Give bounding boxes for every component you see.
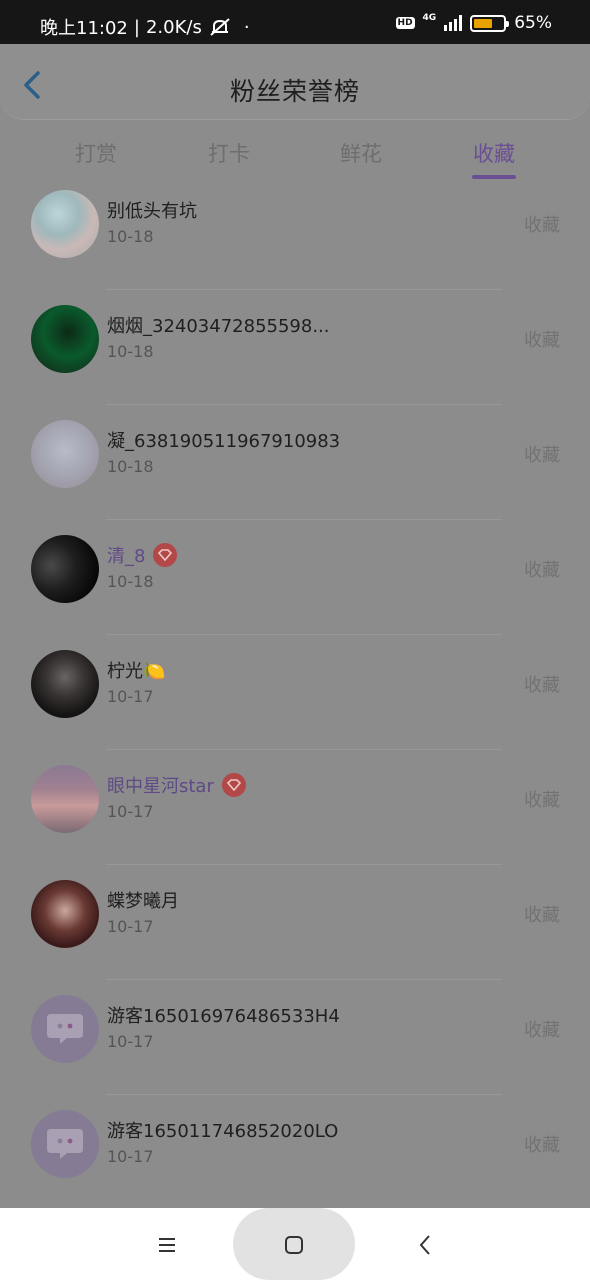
fan-date: 10-17 xyxy=(107,1147,154,1166)
avatar[interactable] xyxy=(31,995,99,1063)
list-item[interactable]: 柠光🍋 10-17 收藏 xyxy=(0,635,590,750)
hd-icon: HD xyxy=(395,17,415,29)
guest-chat-avatar-icon xyxy=(47,1129,83,1159)
fan-name: 游客165011746852020LO xyxy=(107,1121,339,1142)
avatar[interactable] xyxy=(31,535,99,603)
tab-favorites[interactable]: 收藏 xyxy=(428,138,560,168)
avatar[interactable] xyxy=(31,305,99,373)
system-nav-bar xyxy=(0,1208,590,1280)
tab-bar: 打赏 打卡 鲜花 收藏 xyxy=(0,120,590,190)
fan-name-row: 眼中星河star xyxy=(107,772,246,798)
list-item[interactable]: 清_8 10-18 收藏 xyxy=(0,520,590,635)
avatar[interactable] xyxy=(31,650,99,718)
avatar[interactable] xyxy=(31,420,99,488)
fan-name-row: 清_8 xyxy=(107,542,178,568)
tab-flowers[interactable]: 鲜花 xyxy=(295,138,427,168)
fan-name-row: 蝶梦曦月 xyxy=(107,887,179,913)
battery-icon xyxy=(470,14,510,32)
fan-name: 别低头有坑 xyxy=(107,201,197,222)
guest-chat-avatar-icon xyxy=(47,1014,83,1044)
fan-date: 10-18 xyxy=(107,457,154,476)
back-chevron-icon[interactable] xyxy=(405,1230,445,1260)
page-header: 粉丝荣誉榜 xyxy=(0,44,590,120)
avatar[interactable] xyxy=(31,880,99,948)
menu-icon[interactable] xyxy=(147,1230,187,1260)
fan-name-row: 凝_638190511967910983 xyxy=(107,427,340,453)
tab-checkin[interactable]: 打卡 xyxy=(163,138,295,168)
status-time: 晚上11:02 xyxy=(40,18,128,39)
active-tab-indicator xyxy=(472,175,516,179)
tab-reward[interactable]: 打赏 xyxy=(30,138,162,168)
fan-action-label: 收藏 xyxy=(524,1135,560,1156)
fan-date: 10-17 xyxy=(107,1032,154,1051)
signal-icon xyxy=(444,15,463,31)
fan-action-label: 收藏 xyxy=(524,560,560,581)
status-left: 晚上11:02 | 2.0K/s · xyxy=(40,14,250,40)
fan-name-row: 游客165016976486533H4 xyxy=(107,1002,340,1028)
fan-date: 10-18 xyxy=(107,572,154,591)
fan-date: 10-17 xyxy=(107,917,154,936)
list-item[interactable]: 别低头有坑 10-18 收藏 xyxy=(0,190,590,290)
vip-diamond-icon xyxy=(221,773,246,797)
fan-name: 清_8 xyxy=(107,546,146,567)
fan-name: 凝_638190511967910983 xyxy=(107,431,341,452)
avatar[interactable] xyxy=(31,190,99,258)
status-net-speed: 2.0K/s xyxy=(145,16,202,38)
fan-name-row: 烟烟_32403472855598... xyxy=(107,312,330,338)
list-item[interactable]: 凝_638190511967910983 10-18 收藏 xyxy=(0,405,590,520)
fan-date: 10-18 xyxy=(107,342,154,361)
fan-action-label: 收藏 xyxy=(524,905,560,926)
fan-action-label: 收藏 xyxy=(524,445,560,466)
fan-action-label: 收藏 xyxy=(524,675,560,696)
list-item[interactable]: 眼中星河star 10-17 收藏 xyxy=(0,750,590,865)
fan-action-label: 收藏 xyxy=(524,330,560,351)
network-type: 4G xyxy=(422,13,437,23)
vip-diamond-icon xyxy=(153,543,178,567)
fan-date: 10-17 xyxy=(107,687,154,706)
list-item[interactable]: 烟烟_32403472855598... 10-18 收藏 xyxy=(0,290,590,405)
status-separator: | xyxy=(133,16,140,38)
fan-action-label: 收藏 xyxy=(524,215,560,236)
fan-name: 蝶梦曦月 xyxy=(107,891,179,912)
fan-list: 别低头有坑 10-18 收藏 烟烟_32403472855598... 10-1… xyxy=(0,190,590,1208)
fan-action-label: 收藏 xyxy=(524,790,560,811)
list-item[interactable]: 游客165016976486533H4 10-17 收藏 xyxy=(0,980,590,1095)
fan-name-row: 游客165011746852020LO xyxy=(107,1117,338,1143)
status-bar: 晚上11:02 | 2.0K/s · HD 4G 65% xyxy=(0,0,590,44)
home-square-icon[interactable] xyxy=(274,1230,314,1260)
fan-date: 10-18 xyxy=(107,227,154,246)
mute-notification-icon xyxy=(210,18,230,36)
list-item[interactable]: 游客165011746852020LO 10-17 收藏 xyxy=(0,1095,590,1208)
fan-name: 柠光🍋 xyxy=(107,661,166,682)
status-right: HD 4G 65% xyxy=(395,13,552,33)
fan-name: 游客165016976486533H4 xyxy=(107,1006,340,1027)
status-dot: · xyxy=(243,16,250,38)
avatar[interactable] xyxy=(31,765,99,833)
fan-date: 10-17 xyxy=(107,802,154,821)
battery-level xyxy=(474,18,493,28)
battery-percent: 65% xyxy=(514,13,552,33)
fan-action-label: 收藏 xyxy=(524,1020,560,1041)
avatar[interactable] xyxy=(31,1110,99,1178)
fan-name-row: 别低头有坑 xyxy=(107,197,197,223)
list-item[interactable]: 蝶梦曦月 10-17 收藏 xyxy=(0,865,590,980)
page-title: 粉丝荣誉榜 xyxy=(229,77,360,106)
fan-name: 眼中星河star xyxy=(107,776,214,797)
fan-name-row: 柠光🍋 xyxy=(107,657,165,683)
fan-name: 烟烟_32403472855598... xyxy=(107,316,330,337)
